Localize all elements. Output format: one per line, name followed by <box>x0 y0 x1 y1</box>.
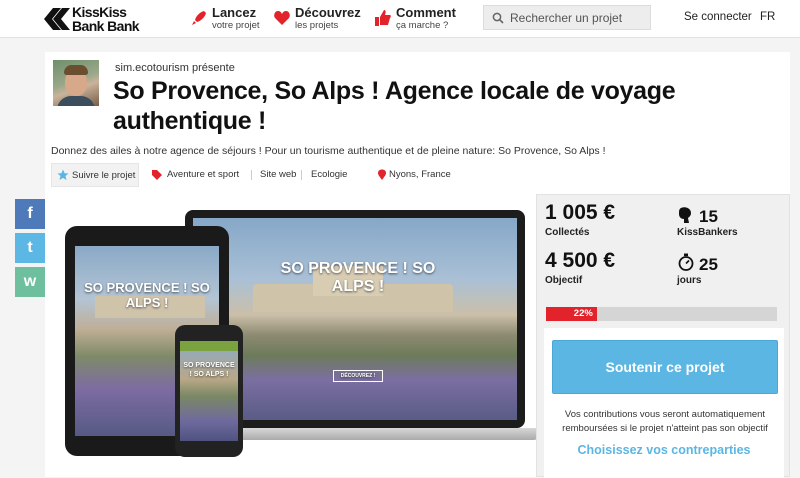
days-label: jours <box>677 275 702 286</box>
nav-comment-title: Comment <box>396 5 456 20</box>
page-title: So Provence, So Alps ! Agence locale de … <box>113 77 676 135</box>
language-selector[interactable]: FR <box>760 11 775 23</box>
twitter-icon: t <box>27 239 33 256</box>
star-icon <box>57 169 69 180</box>
funding-progress-fill: 22% <box>546 307 597 321</box>
tag-location[interactable]: Nyons, France <box>389 163 451 187</box>
facebook-icon: f <box>27 205 33 222</box>
logo-kiss-icon <box>44 8 70 30</box>
twitter-share-button[interactable]: t <box>15 233 45 263</box>
tag-category[interactable]: Aventure et sport <box>167 163 239 187</box>
category-tag-icon <box>152 170 162 180</box>
support-project-button[interactable]: Soutenir ce projet <box>552 340 778 394</box>
logo-line-2: Bank Bank <box>72 18 140 34</box>
thumbs-up-icon <box>375 10 391 26</box>
goal-label: Objectif <box>545 275 583 286</box>
nav-lancez-title: Lancez <box>212 5 257 20</box>
goal-amount: 4 500 € <box>545 249 616 272</box>
facebook-share-button[interactable]: f <box>15 199 45 229</box>
nav-comment[interactable]: Comment ça marche ? <box>374 5 464 33</box>
kisskissbankbank-logo[interactable]: KissKiss Bank Bank <box>44 4 174 34</box>
choose-rewards-link[interactable]: Choisissez vos contreparties <box>544 443 784 457</box>
nav-decouvrez-subtitle: les projets <box>295 20 339 31</box>
search-box <box>483 5 651 30</box>
rocket-icon <box>192 11 206 25</box>
logo-line-1: KissKiss <box>72 4 127 20</box>
phone-screen-title: SO PROVENCE ! SO ALPS ! <box>183 362 235 378</box>
nav-lancez-subtitle: votre projet <box>212 20 260 31</box>
tag-website[interactable]: Site web <box>260 163 296 187</box>
collected-label: Collectés <box>545 227 590 238</box>
nav-lancez[interactable]: Lancez votre projet <box>190 5 270 33</box>
top-header: KissKiss Bank Bank Lancez votre projet D… <box>0 0 800 38</box>
heart-icon <box>274 11 290 25</box>
tag-theme[interactable]: Ecologie <box>311 163 347 187</box>
follow-project-label: Suivre le projet <box>72 170 136 181</box>
support-box: Soutenir ce projet Vos contributions vou… <box>544 328 784 478</box>
funding-progress-bar: 22% <box>546 307 777 321</box>
website-share-button[interactable]: w <box>15 267 45 297</box>
search-icon[interactable] <box>492 12 504 24</box>
login-link[interactable]: Se connecter <box>684 11 752 23</box>
tablet-screen-title: SO PROVENCE ! SO ALPS ! <box>84 280 210 310</box>
follow-project-button[interactable]: Suivre le projet <box>51 163 139 187</box>
collected-amount: 1 005 € <box>545 201 616 224</box>
project-presenter[interactable]: sim.ecotourism présente <box>115 62 235 74</box>
laptop-screen-title: SO PROVENCE ! SO ALPS ! <box>280 260 436 295</box>
phone-screen-image: SO PROVENCE ! SO ALPS ! <box>180 341 238 441</box>
stopwatch-icon <box>678 253 694 271</box>
days-remaining: 25 <box>699 255 718 274</box>
nav-comment-subtitle: ça marche ? <box>396 20 449 31</box>
avatar[interactable] <box>53 60 99 106</box>
backers-label: KissBankers <box>677 227 738 238</box>
nav-decouvrez-title: Découvrez <box>295 5 361 20</box>
refund-notice: Vos contributions vous seront automatiqu… <box>562 409 768 434</box>
project-card: sim.ecotourism présente So Provence, So … <box>45 52 790 478</box>
location-pin-icon <box>378 169 386 180</box>
kissbankers-icon <box>679 207 691 223</box>
project-description: Donnez des ailes à notre agence de séjou… <box>51 145 606 157</box>
globe-icon: w <box>23 273 37 290</box>
backers-count: 15 <box>699 207 718 226</box>
laptop-cta: DÉCOUVREZ ! <box>333 370 383 382</box>
search-input[interactable] <box>510 9 648 27</box>
nav-decouvrez[interactable]: Découvrez les projets <box>273 5 363 33</box>
funding-stats-panel: 1 005 € Collectés 15 KissBankers 4 500 €… <box>536 194 790 478</box>
project-video[interactable]: SO PROVENCE ! SO ALPS ! DÉCOUVREZ ! SO P… <box>65 198 545 477</box>
funding-progress-label: 22% <box>573 308 593 319</box>
phone-mockup: SO PROVENCE ! SO ALPS ! <box>175 325 243 457</box>
